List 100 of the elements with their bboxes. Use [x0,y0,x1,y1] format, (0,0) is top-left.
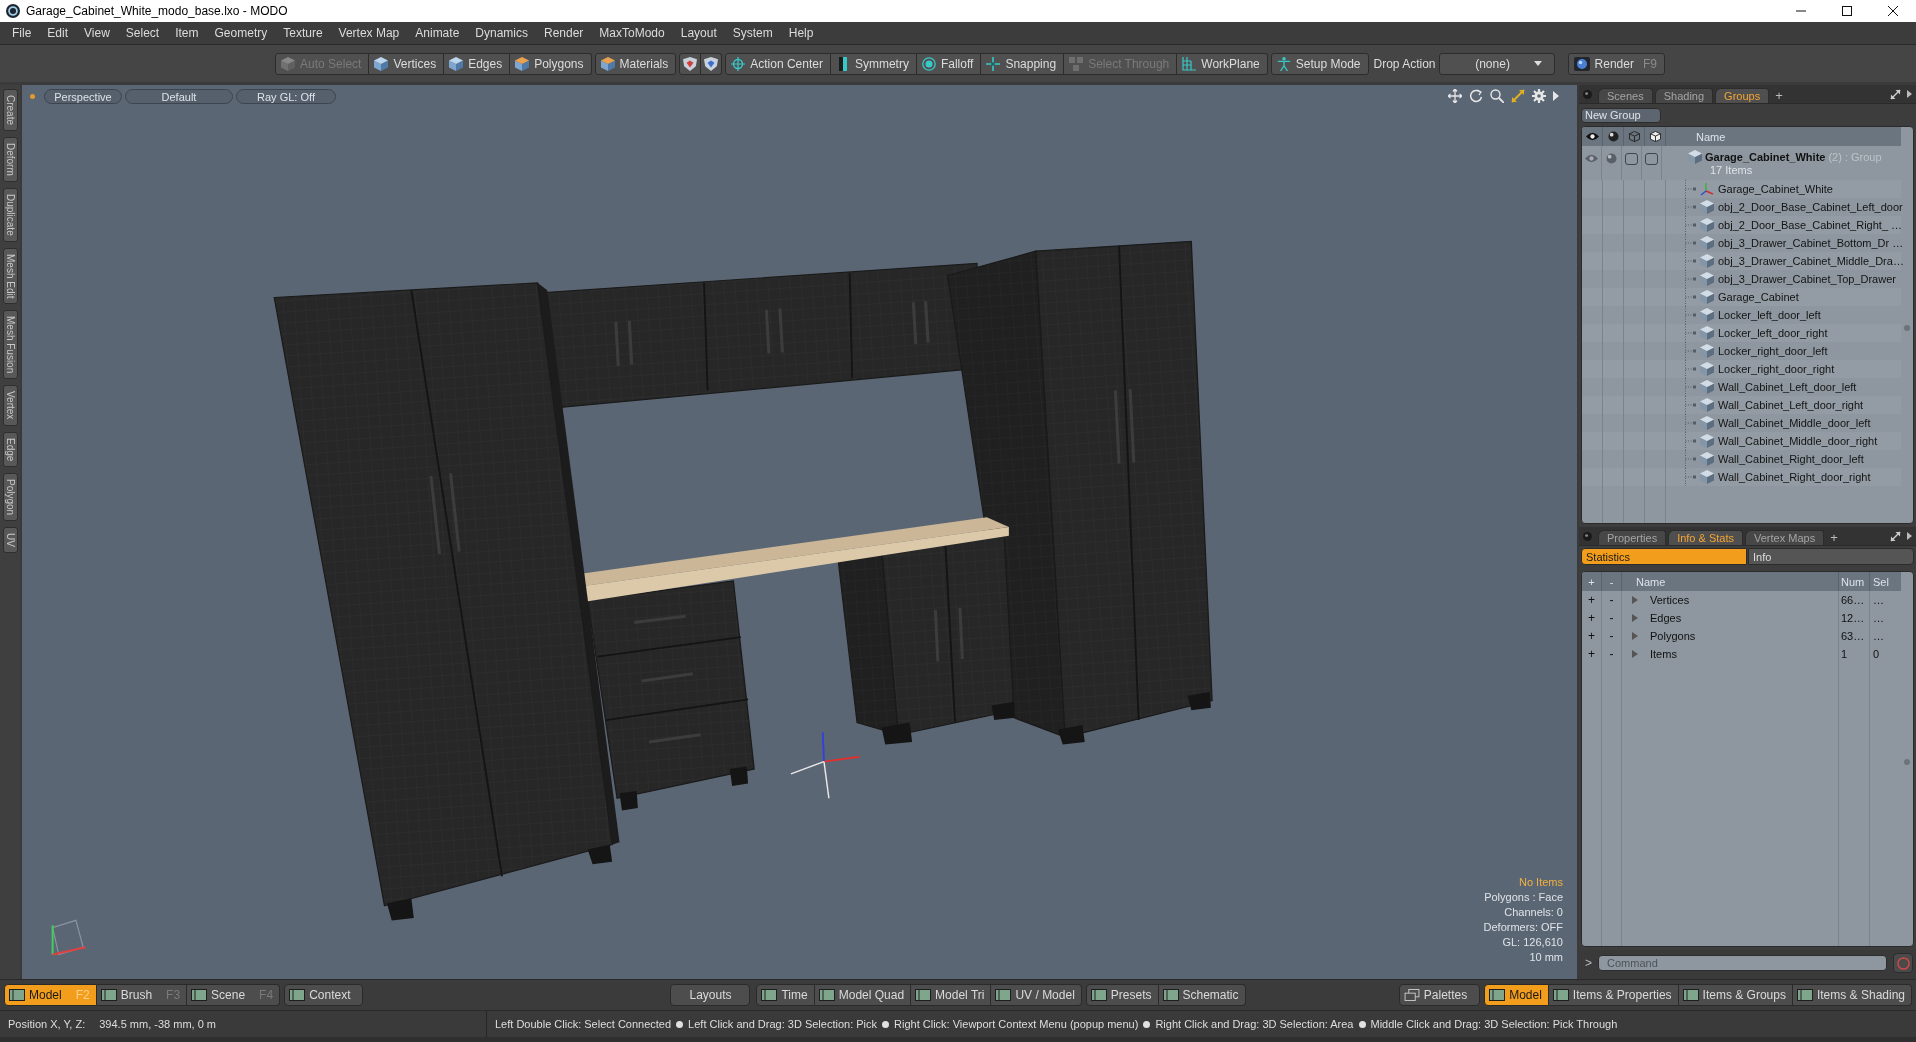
menu-item[interactable]: Dynamics [467,24,536,42]
menu-item[interactable]: System [724,24,781,42]
panel-tab[interactable]: Shading [1654,88,1714,103]
item-name[interactable]: obj_3_Drawer_Cabinet_Bottom_Dr … [1718,237,1904,249]
remove-button[interactable]: - [1607,647,1616,661]
layout-tab[interactable]: Time [756,984,815,1006]
toolbar-button[interactable]: Edges [444,52,511,75]
layout-tab[interactable]: Items & Shading [1792,984,1912,1006]
record-button[interactable] [1893,953,1913,973]
item-name[interactable]: obj_2_Door_Base_Cabinet_Left_door [1718,201,1903,213]
icon-button[interactable] [679,52,702,75]
layouts-button[interactable]: Layouts [670,984,751,1006]
add-button[interactable]: + [1586,611,1597,625]
toolbar-button[interactable]: Vertices [369,52,445,75]
menu-item[interactable]: Item [167,24,207,42]
add-tab-button[interactable]: + [1826,529,1842,545]
menu-item[interactable]: Help [780,24,822,42]
panel-tab[interactable]: Scenes [1598,88,1653,103]
expand-icon[interactable] [1890,88,1901,100]
remove-button[interactable]: - [1607,611,1616,625]
scroll-handle[interactable] [1904,325,1910,331]
render-button[interactable]: Render F9 [1567,52,1665,75]
scroll-handle[interactable] [1904,759,1910,765]
menu-item[interactable]: Layout [672,24,725,42]
menu-item[interactable]: Render [536,24,592,42]
viewport-option-button[interactable]: Ray GL: Off [236,89,336,104]
toolbar-button[interactable]: Materials [594,52,677,75]
layout-tab[interactable]: UV / Model [991,984,1082,1006]
side-tab[interactable]: Mesh Edit [2,247,18,304]
toggle-box[interactable] [1625,153,1638,165]
triangle-icon[interactable] [1907,532,1912,540]
gear-icon[interactable] [1532,89,1546,103]
menu-item[interactable]: View [76,24,118,42]
item-name[interactable]: Wall_Cabinet_Right_door_left [1718,453,1864,465]
side-tab[interactable]: Vertex [2,385,18,426]
mode-tab[interactable]: Model F2 [4,984,97,1006]
add-tab-button[interactable]: + [1771,87,1787,103]
side-tab[interactable]: Duplicate [2,187,18,242]
toolbar-button[interactable]: Setup Mode [1270,52,1369,75]
triangle-icon[interactable] [1907,90,1912,98]
toolbar-button[interactable]: Action Center [725,52,831,75]
item-name[interactable]: obj_3_Drawer_Cabinet_Middle_Dra… [1718,255,1904,267]
layout-tab[interactable]: Items & Properties [1548,984,1679,1006]
group-name[interactable]: Garage_Cabinet_White [1705,151,1826,163]
palettes-button[interactable]: Palettes [1398,984,1481,1006]
side-tab[interactable]: Mesh Fusion [2,310,18,380]
toggle-box[interactable] [1645,153,1658,165]
toolbar-button[interactable]: Falloff [916,52,982,75]
menu-item[interactable]: File [4,24,40,42]
menu-item[interactable]: Animate [407,24,468,42]
layout-tab[interactable]: Model Tri [911,984,992,1006]
panel-tab[interactable]: Vertex Maps [1745,530,1825,545]
ball-icon[interactable] [1605,153,1618,164]
side-tab[interactable]: Polygon [2,472,18,522]
item-name[interactable]: Wall_Cabinet_Left_door_left [1718,381,1857,393]
layout-tab[interactable]: Schematic [1158,984,1246,1006]
menu-item[interactable]: MaxToModo [591,24,673,42]
panel-tab[interactable]: Groups [1715,88,1770,103]
side-tab[interactable]: Create [2,89,18,131]
remove-button[interactable]: - [1607,629,1616,643]
menu-item[interactable]: Vertex Map [330,24,408,42]
panel-tab[interactable]: Properties [1598,530,1667,545]
layout-tab[interactable]: Model [1484,984,1549,1006]
item-name[interactable]: Garage_Cabinet [1718,291,1799,303]
panel-menu-icon[interactable] [1583,89,1592,99]
item-name[interactable]: Locker_right_door_left [1718,345,1828,357]
remove-button[interactable]: - [1607,593,1616,607]
command-field[interactable]: Command [1598,955,1887,971]
add-button[interactable]: + [1586,647,1597,661]
triangle-icon[interactable] [1553,91,1559,101]
side-tab[interactable]: Deform [2,137,18,182]
menu-item[interactable]: Texture [275,24,331,42]
viewport-option-button[interactable]: Default [125,89,233,104]
menu-item[interactable]: Geometry [206,24,276,42]
toolbar-button[interactable]: Polygons [510,52,592,75]
add-button[interactable]: + [1586,593,1597,607]
sub-tab[interactable]: Info [1748,548,1914,565]
context-button[interactable]: Context [284,984,364,1006]
toolbar-button[interactable]: Symmetry [830,52,917,75]
eye-icon[interactable] [1585,153,1598,164]
rotate-icon[interactable] [1469,89,1483,103]
expand-arrow-icon[interactable] [1632,632,1638,640]
sub-tab[interactable]: Statistics [1581,548,1747,565]
search-icon[interactable] [1490,89,1504,103]
new-group-button[interactable]: New Group [1581,107,1661,123]
panel-menu-icon[interactable] [1583,531,1592,541]
layout-tab[interactable]: Items & Groups [1678,984,1793,1006]
side-tab[interactable]: Edge [2,431,18,467]
menu-item[interactable]: Edit [39,24,77,42]
toolbar-button[interactable]: WorkPlane [1177,52,1268,75]
toolbar-button[interactable]: Snapping [981,52,1065,75]
add-button[interactable]: + [1586,629,1597,643]
drop-action-dropdown[interactable]: (none) [1438,52,1555,75]
item-name[interactable]: obj_3_Drawer_Cabinet_Top_Drawer [1718,273,1896,285]
layout-tab[interactable]: Presets [1085,984,1159,1006]
expand-arrow-icon[interactable] [1632,596,1638,604]
side-tab[interactable]: UV [2,527,18,553]
icon-button[interactable] [701,52,723,75]
item-name[interactable]: Wall_Cabinet_Middle_door_left [1718,417,1871,429]
3d-viewport[interactable]: Perspective Default Ray GL: Off No Items Polygons : Face Channels: 0 Deformers: OFF GL: 126,610 10 mm [22,85,1577,979]
